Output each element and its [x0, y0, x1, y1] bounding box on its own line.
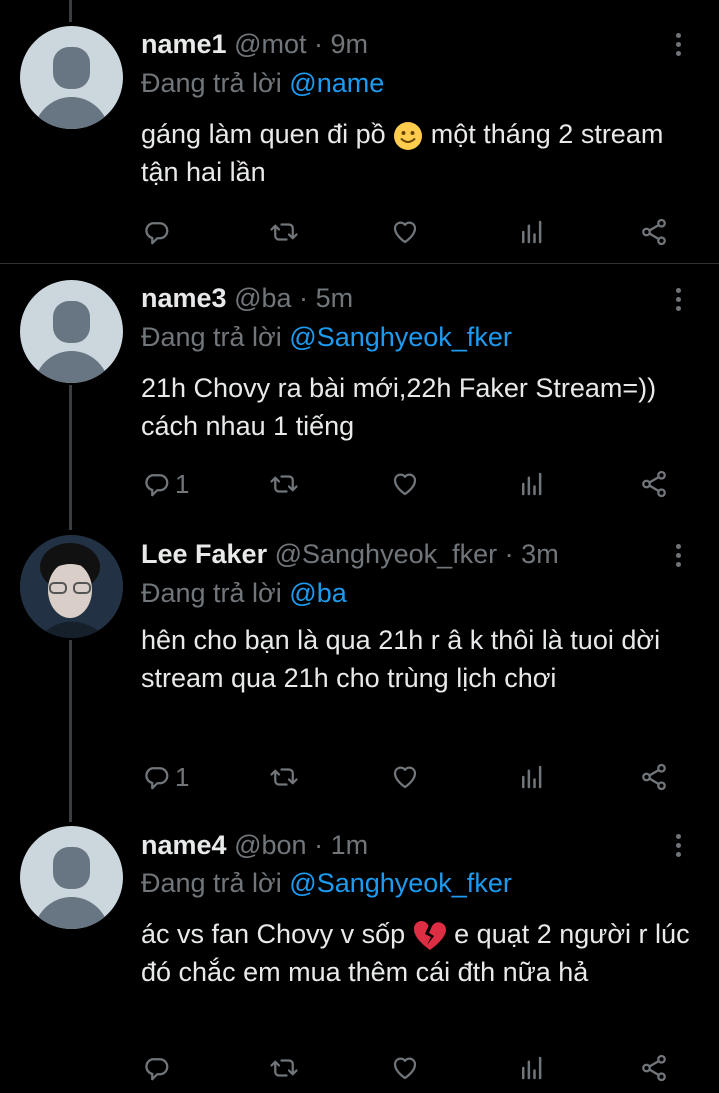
timestamp[interactable]: 9m [331, 29, 369, 59]
tweet-header: name4 @bon · 1m [141, 829, 368, 861]
retweet-icon [270, 1059, 298, 1077]
avatar[interactable] [20, 535, 123, 638]
avatar[interactable] [20, 26, 123, 129]
user-handle[interactable]: @bon [234, 830, 306, 860]
reply-context: Đang trả lời @name [141, 67, 384, 99]
avatar[interactable] [20, 826, 123, 929]
retweet-icon [270, 223, 298, 241]
user-handle[interactable]: @mot [234, 29, 306, 59]
separator-dot: · [299, 283, 309, 313]
heart-icon [393, 766, 417, 789]
timestamp[interactable]: 1m [331, 830, 369, 860]
tweet-text: 21h Chovy ra bài mới,22h Faker Stream=))… [141, 373, 657, 441]
tweet-text-part: ác vs fan Chovy v sốp [141, 919, 406, 949]
reply-icon [145, 767, 169, 790]
like-button[interactable] [390, 1050, 420, 1086]
heart-icon [393, 1057, 417, 1080]
broken-heart-icon [413, 920, 446, 950]
display-name[interactable]: name4 [141, 830, 227, 860]
analytics-icon [522, 765, 542, 789]
views-button[interactable] [517, 1050, 547, 1086]
share-button[interactable] [639, 466, 669, 502]
user-handle[interactable]: @Sanghyeok_fker [275, 539, 498, 569]
reply-prefix: Đang trả lời [141, 868, 282, 898]
like-button[interactable] [390, 759, 420, 795]
retweet-button[interactable] [269, 759, 299, 795]
tweet-actions: 1 [141, 466, 701, 502]
analytics-icon [522, 220, 542, 244]
tweet-text: hên cho bạn là qua 21h r â k thôi là tuo… [141, 625, 661, 693]
reply-context: Đang trả lời @ba [141, 577, 347, 609]
tweet-text: ác vs fan Chovy v sốp e quạt 2 người r l… [141, 915, 701, 991]
reply-mention[interactable]: @ba [289, 578, 346, 608]
reply-button[interactable]: 1 [141, 466, 189, 502]
retweet-icon [270, 768, 298, 786]
retweet-button[interactable] [269, 466, 299, 502]
more-vertical-icon[interactable] [668, 33, 688, 63]
tweet-header: Lee Faker @Sanghyeok_fker · 3m [141, 538, 559, 570]
separator-dot: · [314, 830, 324, 860]
retweet-icon [270, 475, 298, 493]
reply-button[interactable]: 1 [141, 759, 189, 795]
tweet-actions [141, 214, 701, 250]
share-icon [642, 763, 666, 791]
timestamp[interactable]: 3m [521, 539, 559, 569]
share-button[interactable] [639, 1050, 669, 1086]
reply-context: Đang trả lời @Sanghyeok_fker [141, 867, 512, 899]
views-button[interactable] [517, 759, 547, 795]
reply-mention[interactable]: @Sanghyeok_fker [289, 322, 512, 352]
display-name[interactable]: name3 [141, 283, 227, 313]
retweet-button[interactable] [269, 1050, 299, 1086]
reply-prefix: Đang trả lời [141, 322, 282, 352]
reply-prefix: Đang trả lời [141, 68, 282, 98]
tweet-header: name1 @mot · 9m [141, 28, 368, 60]
tweet-actions: 1 [141, 759, 701, 795]
analytics-icon [522, 472, 542, 496]
reply-icon [145, 222, 169, 245]
slightly-smiling-face-icon [394, 121, 423, 150]
more-vertical-icon[interactable] [668, 834, 688, 864]
timestamp[interactable]: 5m [316, 283, 354, 313]
tweet-text-part: gáng làm quen đi pồ [141, 119, 386, 149]
heart-icon [393, 473, 417, 496]
tweet-text: gáng làm quen đi pồ một tháng 2 stream t… [141, 115, 701, 191]
separator-dot: · [314, 29, 324, 59]
reply-context: Đang trả lời @Sanghyeok_fker [141, 321, 512, 353]
like-button[interactable] [390, 214, 420, 250]
retweet-button[interactable] [269, 214, 299, 250]
share-icon [642, 218, 666, 246]
tweet[interactable]: name3 @ba · 5m Đang trả lời @Sanghyeok_f… [0, 264, 719, 530]
reply-prefix: Đang trả lời [141, 578, 282, 608]
reply-button[interactable] [141, 1050, 175, 1086]
share-button[interactable] [639, 759, 669, 795]
heart-icon [393, 221, 417, 244]
share-button[interactable] [639, 214, 669, 250]
reply-icon [145, 474, 169, 497]
tweet[interactable]: name4 @bon · 1m Đang trả lời @Sanghyeok_… [0, 820, 719, 1093]
reply-count: 1 [175, 468, 190, 499]
avatar[interactable] [20, 280, 123, 383]
tweet-actions [141, 1050, 701, 1086]
more-vertical-icon[interactable] [668, 288, 688, 318]
user-handle[interactable]: @ba [234, 283, 291, 313]
display-name[interactable]: Lee Faker [141, 539, 267, 569]
separator-dot: · [504, 539, 514, 569]
tweet-header: name3 @ba · 5m [141, 282, 353, 314]
reply-count: 1 [175, 761, 190, 792]
analytics-icon [522, 1056, 542, 1080]
like-button[interactable] [390, 466, 420, 502]
views-button[interactable] [517, 466, 547, 502]
more-vertical-icon[interactable] [668, 544, 688, 574]
reply-mention[interactable]: @Sanghyeok_fker [289, 868, 512, 898]
reply-button[interactable] [141, 214, 175, 250]
tweet[interactable]: name1 @mot · 9m Đang trả lời @name gáng … [0, 0, 719, 263]
share-icon [642, 1054, 666, 1082]
tweet[interactable]: Lee Faker @Sanghyeok_fker · 3m Đang trả … [0, 530, 719, 820]
share-icon [642, 470, 666, 498]
reply-icon [145, 1058, 169, 1081]
views-button[interactable] [517, 214, 547, 250]
reply-mention[interactable]: @name [289, 68, 384, 98]
display-name[interactable]: name1 [141, 29, 227, 59]
